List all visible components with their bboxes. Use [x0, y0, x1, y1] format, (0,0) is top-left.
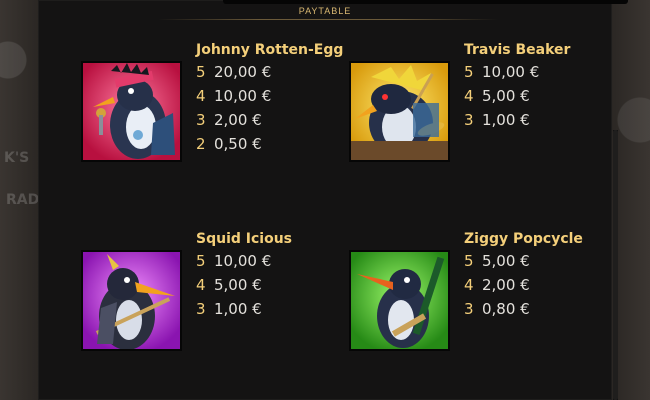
payout-amount: 20,00 €: [214, 63, 272, 81]
payout-row: 4 5,00 €: [196, 273, 292, 297]
payout-amount: 2,00 €: [214, 111, 262, 129]
symbol-image-travis: [349, 61, 450, 162]
symbol-entry-ziggy: Ziggy Popcycle 5 5,00 € 4 2,00 € 3 0,80 €: [464, 229, 583, 321]
payout-count: 3: [196, 300, 206, 318]
payout-count: 4: [196, 276, 206, 294]
scrollbar[interactable]: [613, 130, 618, 400]
payout-row: 4 10,00 €: [196, 84, 343, 108]
backdrop-doodle: RAD: [6, 192, 40, 208]
symbol-entry-travis: Travis Beaker 5 10,00 € 4 5,00 € 3 1,00 €: [464, 40, 570, 132]
payout-count: 5: [464, 63, 474, 81]
payout-count: 4: [464, 87, 474, 105]
symbol-name: Travis Beaker: [464, 42, 571, 58]
payout-count: 3: [464, 111, 474, 129]
symbol-name: Ziggy Popcycle: [464, 231, 583, 247]
payout-count: 3: [196, 111, 206, 129]
symbol-image-ziggy: [349, 250, 450, 351]
payout-amount: 0,80 €: [482, 300, 530, 318]
payout-count: 4: [464, 276, 474, 294]
payout-count: 2: [196, 135, 206, 153]
penguin-bassist-icon: [83, 252, 180, 349]
payout-amount: 5,00 €: [482, 252, 530, 270]
scrollbar-thumb[interactable]: [613, 130, 618, 400]
payout-amount: 2,00 €: [482, 276, 530, 294]
paytable-title: PAYTABLE: [298, 6, 352, 16]
payout-amount: 1,00 €: [214, 300, 262, 318]
payout-amount: 10,00 €: [482, 63, 540, 81]
payout-amount: 5,00 €: [214, 276, 262, 294]
payout-row: 4 2,00 €: [464, 273, 583, 297]
payout-count: 3: [464, 300, 474, 318]
payout-row: 3 1,00 €: [464, 108, 570, 132]
payout-amount: 10,00 €: [214, 252, 272, 270]
payout-row: 5 5,00 €: [464, 249, 583, 273]
payout-count: 5: [464, 252, 474, 270]
payout-row: 5 10,00 €: [196, 249, 292, 273]
symbol-entry-squid: Squid Icious 5 10,00 € 4 5,00 € 3 1,00 €: [196, 229, 292, 321]
payout-row: 5 20,00 €: [196, 60, 343, 84]
payout-count: 4: [196, 87, 206, 105]
symbol-name: Johnny Rotten-Egg: [196, 42, 344, 58]
payout-amount: 1,00 €: [482, 111, 530, 129]
symbol-entry-johnny: Johnny Rotten-Egg 5 20,00 € 4 10,00 € 3 2,0…: [196, 40, 343, 156]
payout-row: 5 10,00 €: [464, 60, 570, 84]
payout-row: 3 0,80 €: [464, 297, 583, 321]
payout-count: 5: [196, 63, 206, 81]
payout-amount: 10,00 €: [214, 87, 272, 105]
symbol-name: Squid Icious: [196, 231, 292, 247]
symbol-image-squid: [81, 250, 182, 351]
payout-row: 4 5,00 €: [464, 84, 570, 108]
symbol-image-johnny: [81, 61, 182, 162]
title-divider: [158, 19, 498, 20]
top-bar: [223, 0, 628, 4]
payout-row: 2 0,50 €: [196, 132, 343, 156]
backdrop-doodle: K'S: [4, 150, 30, 166]
penguin-guitarist-icon: [351, 252, 448, 349]
payout-amount: 5,00 €: [482, 87, 530, 105]
payout-row: 3 1,00 €: [196, 297, 292, 321]
payout-amount: 0,50 €: [214, 135, 262, 153]
penguin-singer-icon: [83, 63, 180, 160]
payout-count: 5: [196, 252, 206, 270]
payout-row: 3 2,00 €: [196, 108, 343, 132]
penguin-drummer-icon: [351, 63, 448, 160]
